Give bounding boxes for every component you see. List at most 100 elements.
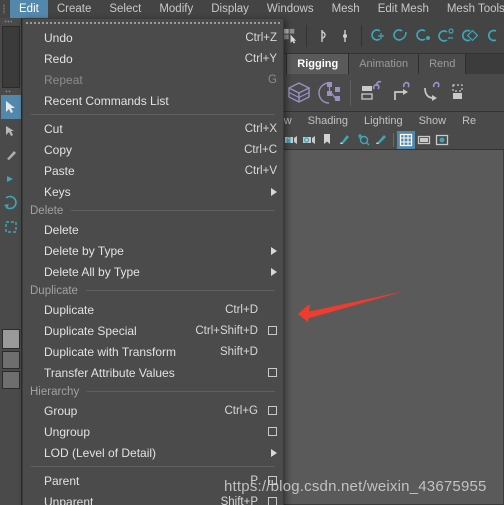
- viewport-3d-canvas[interactable]: [254, 150, 504, 505]
- menu-item-label: Group: [44, 403, 78, 418]
- ungroup-option-box[interactable]: [268, 427, 277, 436]
- tool-move-tool[interactable]: [1, 167, 21, 191]
- tool-rotate-tool[interactable]: [1, 191, 21, 215]
- menu-bar-grip[interactable]: [0, 0, 10, 18]
- point-constraint-icon[interactable]: [387, 77, 417, 109]
- panel-menu-shading[interactable]: Shading: [300, 112, 356, 130]
- menu-windows[interactable]: Windows: [258, 0, 323, 18]
- menu-item-recent-commands-list[interactable]: Recent Commands List: [23, 90, 283, 111]
- toolbar-divider-2: [361, 24, 362, 47]
- menu-item-transfer-attribute-values[interactable]: Transfer Attribute Values: [23, 362, 283, 383]
- menu-item-duplicate[interactable]: Duplicate Ctrl+D: [23, 299, 283, 320]
- menu-item-delete[interactable]: Delete: [23, 219, 283, 240]
- shelf-tab-rigging[interactable]: Rigging: [287, 54, 350, 74]
- tool-scale-tool[interactable]: [1, 215, 21, 239]
- menu-item-ungroup[interactable]: Ungroup: [23, 421, 283, 442]
- snap-to-point-icon[interactable]: [413, 24, 434, 48]
- select-tool-icon: [6, 101, 15, 113]
- menu-item-label: Delete: [44, 222, 79, 237]
- menu-item-cut[interactable]: Cut Ctrl+X: [23, 118, 283, 139]
- unparent-option-box[interactable]: [268, 497, 277, 505]
- menu-display[interactable]: Display: [202, 0, 258, 18]
- submenu-arrow-icon: [271, 448, 277, 457]
- parent-constraint-icon[interactable]: [357, 77, 387, 109]
- watermark-text: https://blog.csdn.net/weixin_43675955: [224, 478, 487, 495]
- toolbox-quick-layout-thumb-1[interactable]: [2, 329, 20, 349]
- bookmark-icon[interactable]: [318, 131, 336, 149]
- menu-item-label: Parent: [44, 473, 80, 488]
- duplicate-special-option-box[interactable]: [268, 326, 277, 335]
- film-gate-glyph: [417, 135, 431, 144]
- two-dimensional-pan-zoom-icon[interactable]: [354, 131, 372, 149]
- menu-item-undo[interactable]: Undo Ctrl+Z: [23, 27, 283, 48]
- snap-to-view-plane-icon[interactable]: [459, 24, 480, 48]
- menu-item-copy[interactable]: Copy Ctrl+C: [23, 139, 283, 160]
- bookmark-glyph: [324, 134, 330, 144]
- menu-item-label: Redo: [44, 51, 73, 66]
- menu-item-delete-by-type[interactable]: Delete by Type: [23, 240, 283, 261]
- maya-application-window: ng Rigging Animation Rend: [0, 0, 504, 505]
- grease-pencil-icon[interactable]: [372, 131, 390, 149]
- image-plane-icon[interactable]: [336, 131, 354, 149]
- panel-menu-renderer[interactable]: Re: [454, 112, 484, 130]
- snap-view-plane-glyph: [461, 29, 478, 41]
- snap-point-handle-glyph: [343, 29, 348, 42]
- toolbox-quick-layout-thumb-2[interactable]: [2, 351, 20, 369]
- shelf-tab-strip: ng Rigging Animation Rend: [254, 54, 504, 74]
- viewport-panel: View Shading Lighting Show Re: [254, 112, 504, 505]
- tool-paint-select-tool[interactable]: [1, 143, 21, 167]
- toolbox-divider-grip[interactable]: [0, 89, 21, 95]
- snap-to-curve-icon[interactable]: [390, 24, 411, 48]
- menu-select[interactable]: Select: [100, 0, 150, 18]
- film-gate-icon[interactable]: [415, 131, 433, 149]
- pan-zoom-glyph: [357, 133, 369, 145]
- menu-item-redo[interactable]: Redo Ctrl+Y: [23, 48, 283, 69]
- tool-lasso-select-tool[interactable]: [1, 119, 21, 143]
- scale-tool-icon: [5, 221, 17, 233]
- menu-item-group[interactable]: Group Ctrl+G: [23, 400, 283, 421]
- snap-to-projected-center-icon[interactable]: [436, 24, 457, 48]
- menu-item-label: Duplicate: [44, 302, 95, 317]
- menu-modify[interactable]: Modify: [150, 0, 202, 18]
- menu-item-keys[interactable]: Keys: [23, 181, 283, 202]
- scale-constraint-icon[interactable]: [447, 77, 477, 109]
- menu-mesh-tools[interactable]: Mesh Tools: [438, 0, 504, 18]
- snap-to-curve-handle-icon[interactable]: [312, 24, 333, 48]
- transfer-attribute-values-option-box[interactable]: [268, 368, 277, 377]
- menu-item-duplicate-with-transform[interactable]: Duplicate with Transform Shift+D: [23, 341, 283, 362]
- submenu-arrow-icon: [271, 187, 277, 196]
- menu-item-duplicate-special[interactable]: Duplicate Special Ctrl+Shift+D: [23, 320, 283, 341]
- menu-item-label: Recent Commands List: [44, 93, 169, 108]
- magnet-icon[interactable]: [482, 24, 503, 48]
- menu-item-label: LOD (Level of Detail): [44, 445, 157, 460]
- menu-item-accelerator: Ctrl+Shift+D: [195, 324, 258, 337]
- menu-section-header-duplicate: Duplicate: [23, 282, 283, 299]
- menu-create[interactable]: Create: [48, 0, 101, 18]
- tool-select-tool[interactable]: [1, 95, 21, 119]
- menu-edit[interactable]: Edit: [10, 0, 48, 18]
- panel-menu-show[interactable]: Show: [411, 112, 455, 130]
- cluster-deformer-icon[interactable]: [314, 77, 344, 109]
- camera-attributes-icon[interactable]: [300, 131, 318, 149]
- menu-item-delete-all-by-type[interactable]: Delete All by Type: [23, 261, 283, 282]
- menu-item-lod-level-of-detail[interactable]: LOD (Level of Detail): [23, 442, 283, 463]
- menu-mesh[interactable]: Mesh: [323, 0, 369, 18]
- snap-to-grid-icon[interactable]: [367, 24, 388, 48]
- panel-menu-lighting[interactable]: Lighting: [356, 112, 411, 130]
- lattice-deformer-icon[interactable]: [284, 77, 314, 109]
- shelf-tab-animation[interactable]: Animation: [349, 54, 420, 74]
- snap-to-point-handle-icon[interactable]: [335, 24, 356, 48]
- shelf-tab-rendering[interactable]: Rend: [419, 54, 467, 74]
- menu-edit-mesh[interactable]: Edit Mesh: [369, 0, 438, 18]
- menu-tear-off-handle[interactable]: [23, 19, 283, 27]
- group-option-box[interactable]: [268, 406, 277, 415]
- grid-display-icon[interactable]: [397, 130, 415, 149]
- shelf-divider: [350, 79, 351, 106]
- toolbox-quick-layout-thumb-3[interactable]: [2, 371, 20, 389]
- menu-item-label: Duplicate with Transform: [44, 344, 177, 359]
- resolution-gate-icon[interactable]: [433, 131, 451, 149]
- menu-item-paste[interactable]: Paste Ctrl+V: [23, 160, 283, 181]
- lock-camera-icon[interactable]: [282, 131, 300, 149]
- orient-constraint-icon[interactable]: [417, 77, 447, 109]
- toolbox-grip[interactable]: [0, 18, 22, 25]
